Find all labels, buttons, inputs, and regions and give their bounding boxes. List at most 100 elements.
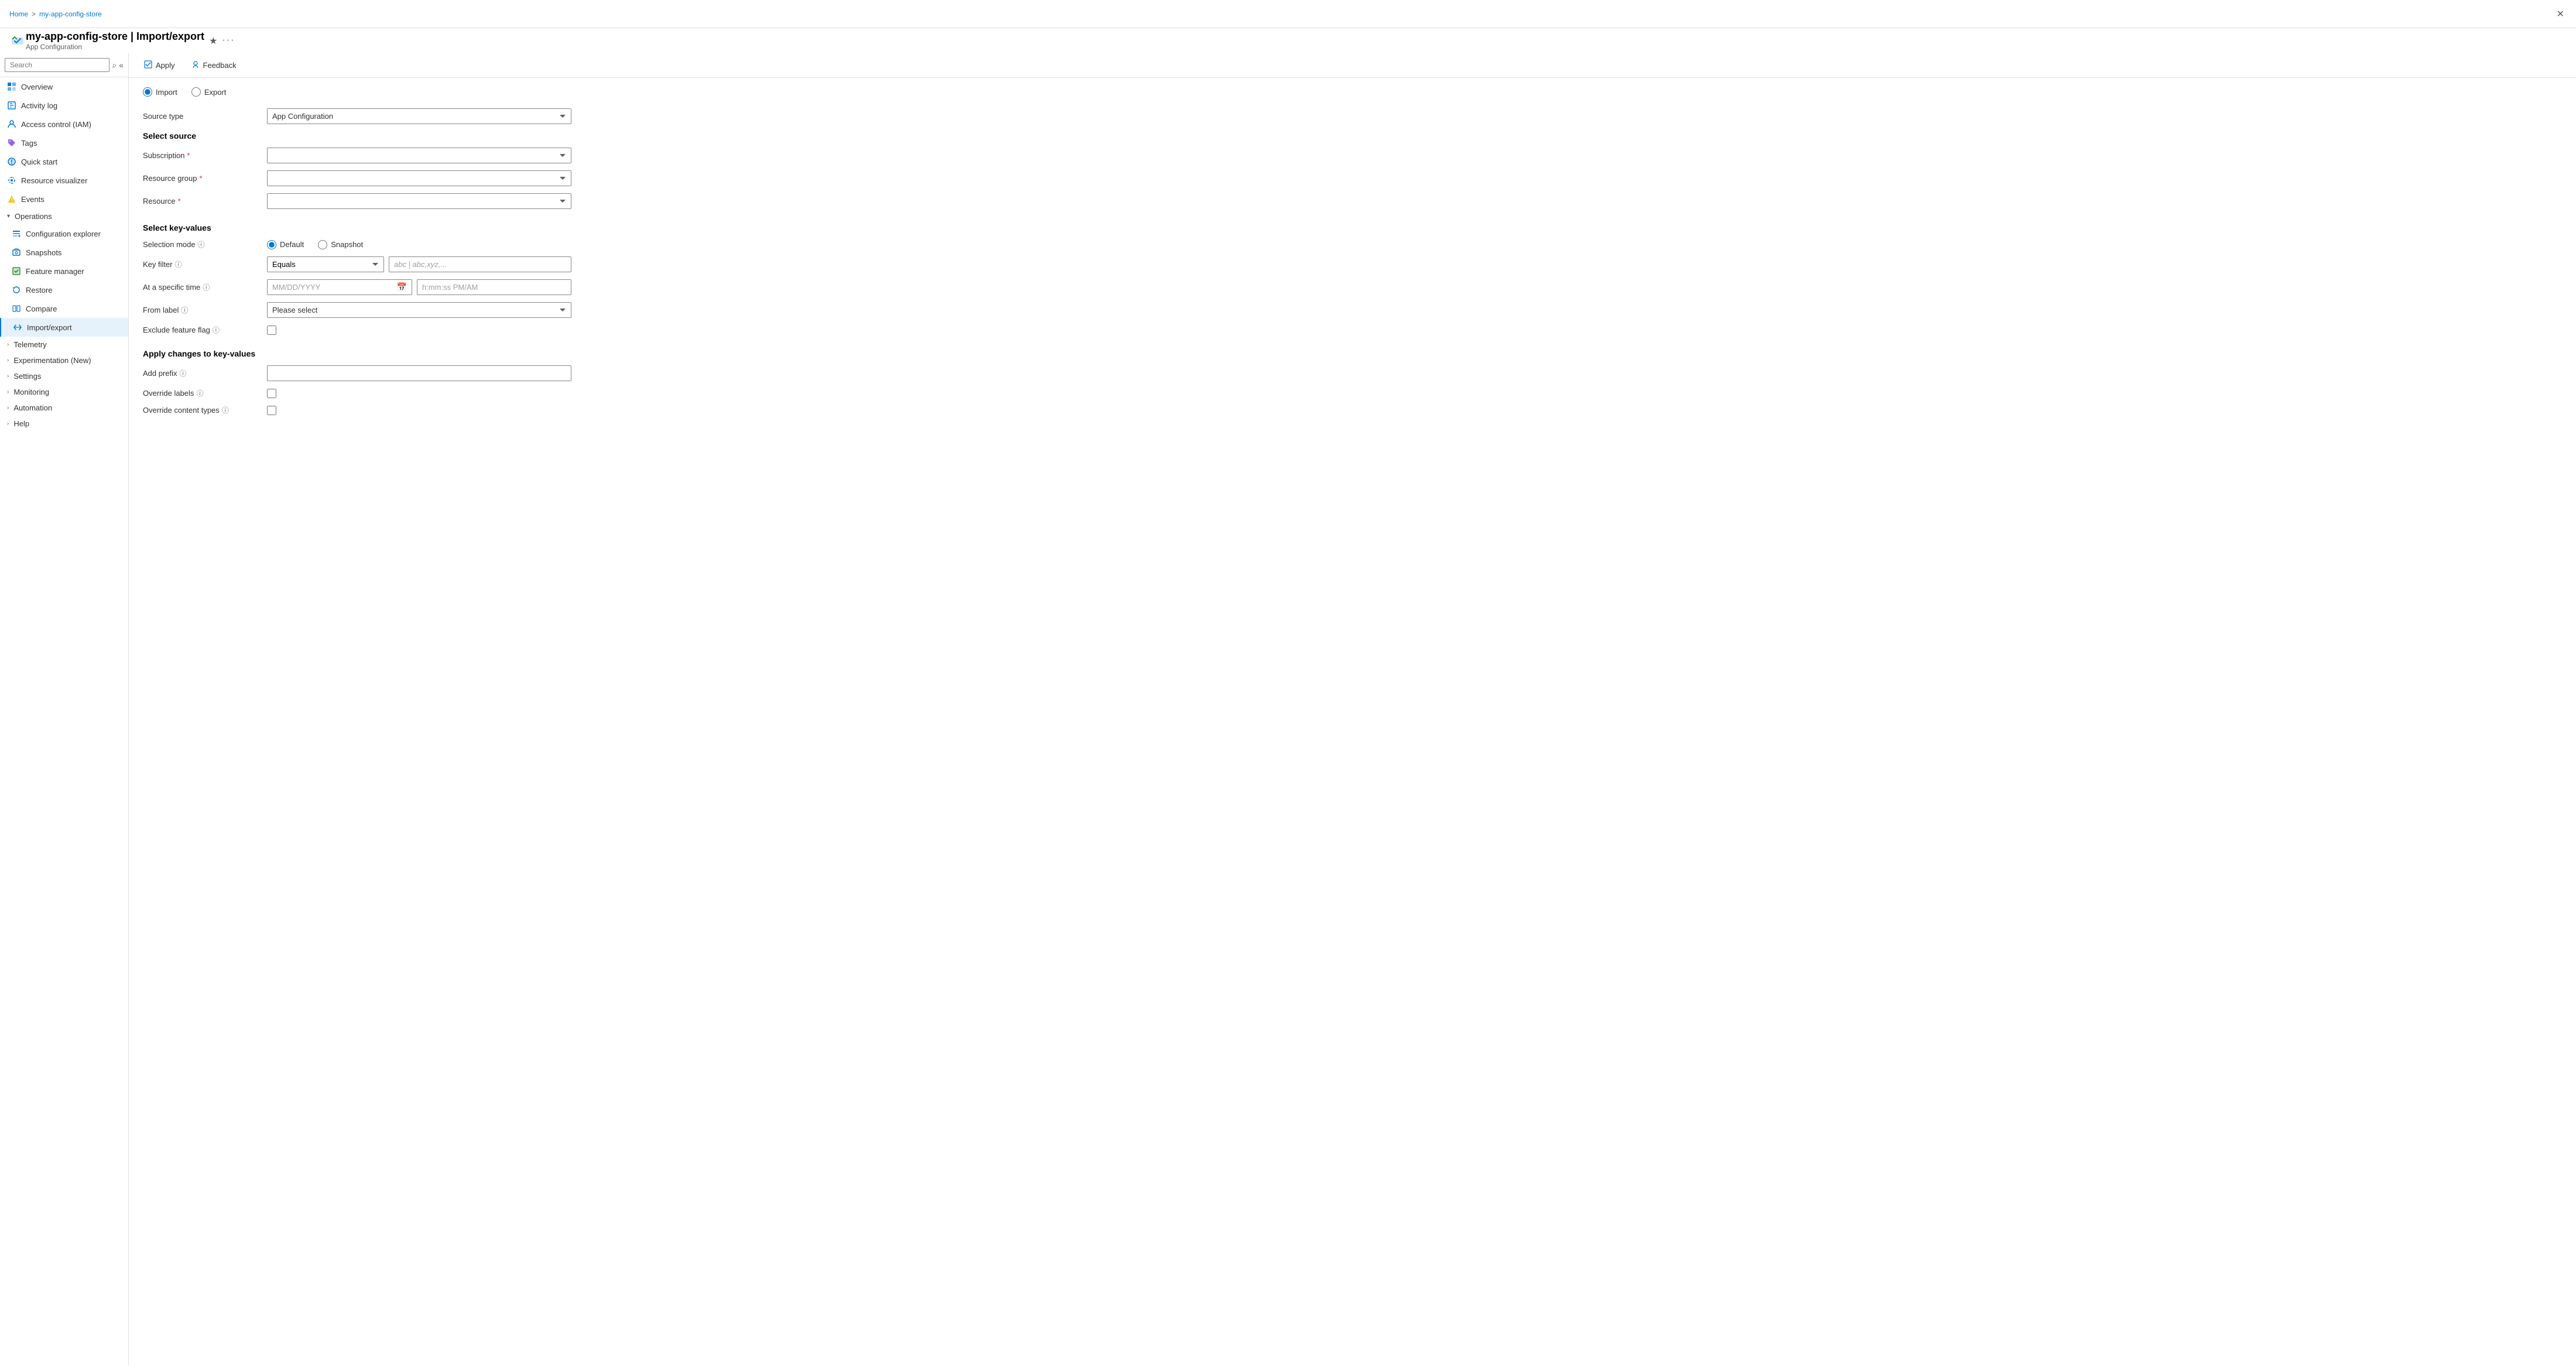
selection-mode-snapshot-option[interactable]: Snapshot — [318, 240, 363, 249]
add-prefix-info-icon[interactable]: ⓘ — [180, 368, 187, 378]
sidebar-label-compare: Compare — [26, 304, 57, 313]
close-button[interactable]: ✕ — [2554, 6, 2567, 22]
sidebar-section-operations[interactable]: ▾ Operations — [0, 208, 128, 224]
override-labels-info-icon[interactable]: ⓘ — [196, 388, 203, 398]
breadcrumb-current[interactable]: my-app-config-store — [39, 10, 102, 18]
config-explorer-icon — [12, 229, 21, 238]
sidebar-item-resource-visualizer[interactable]: Resource visualizer — [0, 171, 128, 190]
sidebar-item-events[interactable]: ! Events — [0, 190, 128, 208]
subscription-select[interactable] — [267, 148, 571, 163]
resource-group-select[interactable] — [267, 170, 571, 186]
from-label-info-icon[interactable]: ⓘ — [181, 305, 188, 315]
sidebar-item-access-control[interactable]: Access control (IAM) — [0, 115, 128, 133]
exclude-feature-flag-row: Exclude feature flag ⓘ — [143, 325, 2562, 335]
sidebar-item-snapshots[interactable]: Snapshots — [0, 243, 128, 262]
sidebar-label-import-export: Import/export — [27, 323, 72, 332]
quickstart-icon — [7, 157, 16, 166]
selection-mode-default-option[interactable]: Default — [267, 240, 304, 249]
subscription-control — [267, 148, 571, 163]
sidebar-section-automation[interactable]: › Automation — [0, 400, 128, 416]
sidebar-item-import-export[interactable]: Import/export — [0, 318, 128, 337]
export-radio[interactable] — [191, 87, 201, 97]
feedback-button[interactable]: Feedback — [186, 58, 242, 73]
select-key-values-title: Select key-values — [143, 223, 2562, 232]
import-radio[interactable] — [143, 87, 152, 97]
experimentation-chevron: › — [7, 357, 9, 364]
override-labels-checkbox[interactable] — [267, 389, 276, 398]
key-filter-text-input[interactable] — [389, 256, 571, 272]
collapse-icon[interactable]: « — [119, 60, 124, 70]
sidebar-label-help: Help — [13, 419, 29, 428]
specific-time-info-icon[interactable]: ⓘ — [203, 282, 210, 292]
top-bar: Home > my-app-config-store ✕ — [0, 0, 2576, 28]
add-prefix-input[interactable] — [267, 365, 571, 381]
sidebar-item-overview[interactable]: Overview — [0, 77, 128, 96]
sidebar-label-automation: Automation — [13, 403, 52, 412]
source-type-select[interactable]: App Configuration Configuration file — [267, 108, 571, 124]
selection-mode-control: Default Snapshot — [267, 240, 571, 249]
resource-viz-icon — [7, 176, 16, 185]
apply-changes-title: Apply changes to key-values — [143, 349, 2562, 358]
time-input[interactable] — [417, 279, 571, 295]
sidebar-label-monitoring: Monitoring — [13, 388, 49, 396]
operations-chevron: ▾ — [7, 213, 10, 220]
svg-text:!: ! — [11, 197, 13, 203]
sidebar-item-compare[interactable]: Compare — [0, 299, 128, 318]
exclude-feature-flag-checkbox[interactable] — [267, 326, 276, 335]
telemetry-chevron: › — [7, 341, 9, 348]
events-icon: ! — [7, 194, 16, 204]
sidebar-item-config-explorer[interactable]: Configuration explorer — [0, 224, 128, 243]
more-icon[interactable]: ··· — [222, 35, 235, 47]
sidebar-item-tags[interactable]: Tags — [0, 133, 128, 152]
sidebar-item-quick-start[interactable]: Quick start — [0, 152, 128, 171]
selection-mode-snapshot-radio[interactable] — [318, 240, 327, 249]
monitoring-chevron: › — [7, 389, 9, 395]
date-input[interactable] — [268, 280, 392, 295]
import-radio-option[interactable]: Import — [143, 87, 177, 97]
sidebar-label-overview: Overview — [21, 83, 53, 91]
from-label-select[interactable]: Please select — [267, 302, 571, 318]
activity-icon — [7, 101, 16, 110]
search-icon[interactable]: ⌕ — [112, 60, 117, 70]
from-label-row: From label ⓘ Please select — [143, 302, 2562, 318]
help-chevron: › — [7, 420, 9, 427]
title-actions: ★ ··· — [209, 35, 235, 47]
export-radio-option[interactable]: Export — [191, 87, 227, 97]
datetime-group: 📅 — [267, 279, 571, 295]
sidebar-label-settings: Settings — [13, 372, 41, 381]
favorite-icon[interactable]: ★ — [209, 35, 217, 47]
override-content-types-checkbox[interactable] — [267, 406, 276, 415]
override-content-types-info-icon[interactable]: ⓘ — [222, 405, 229, 415]
sidebar-section-monitoring[interactable]: › Monitoring — [0, 384, 128, 400]
sidebar-section-help[interactable]: › Help — [0, 416, 128, 432]
override-content-types-row: Override content types ⓘ — [143, 405, 2562, 415]
selection-mode-default-radio[interactable] — [267, 240, 276, 249]
calendar-icon[interactable]: 📅 — [392, 280, 412, 295]
sidebar-label-access-control: Access control (IAM) — [21, 120, 91, 129]
apply-button[interactable]: Apply — [138, 58, 181, 73]
selection-mode-row: Selection mode ⓘ Default Snapshot — [143, 239, 2562, 249]
breadcrumb-home[interactable]: Home — [9, 10, 28, 18]
add-prefix-label: Add prefix ⓘ — [143, 368, 260, 378]
resource-group-label: Resource group * — [143, 174, 260, 183]
sidebar-section-settings[interactable]: › Settings — [0, 368, 128, 384]
key-filter-select[interactable]: Equals Starts with Wildcard — [267, 256, 384, 272]
feature-manager-icon — [12, 266, 21, 276]
key-filter-info-icon[interactable]: ⓘ — [175, 259, 182, 269]
sidebar-item-feature-manager[interactable]: Feature manager — [0, 262, 128, 280]
sidebar-item-activity-log[interactable]: Activity log — [0, 96, 128, 115]
breadcrumb-sep: > — [32, 10, 36, 18]
key-filter-row: Key filter ⓘ Equals Starts with Wildcard — [143, 256, 2562, 272]
apply-icon — [144, 60, 152, 70]
sidebar-section-experimentation[interactable]: › Experimentation (New) — [0, 352, 128, 368]
exclude-feature-flag-info-icon[interactable]: ⓘ — [213, 325, 220, 335]
sidebar-item-restore[interactable]: Restore — [0, 280, 128, 299]
title-row: my-app-config-store | Import/export App … — [0, 28, 2576, 53]
sidebar-label-activity-log: Activity log — [21, 101, 57, 110]
selection-mode-info-icon[interactable]: ⓘ — [198, 239, 205, 249]
search-input[interactable] — [5, 58, 109, 72]
add-prefix-row: Add prefix ⓘ — [143, 365, 2562, 381]
sidebar-section-telemetry[interactable]: › Telemetry — [0, 337, 128, 352]
resource-icon — [9, 33, 26, 49]
resource-select[interactable] — [267, 193, 571, 209]
